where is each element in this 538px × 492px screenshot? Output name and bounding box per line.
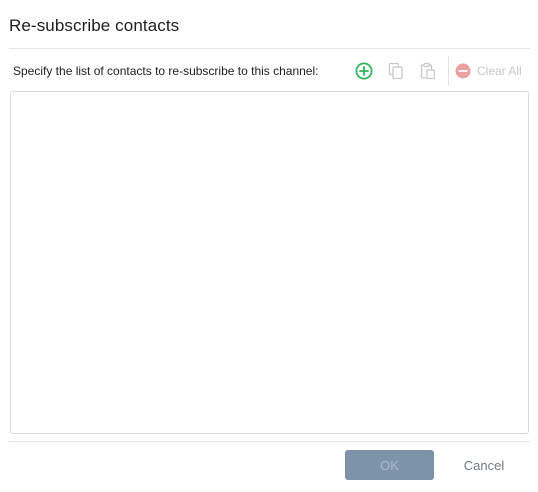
toolbar-separator (448, 56, 449, 86)
copy-icon (388, 62, 403, 80)
paste-button[interactable] (417, 60, 439, 82)
copy-button[interactable] (385, 60, 407, 82)
clear-all-button[interactable]: Clear All (455, 60, 522, 82)
plus-circle-icon (355, 62, 373, 80)
instruction-text: Specify the list of contacts to re-subsc… (13, 64, 319, 78)
ok-button[interactable]: OK (345, 450, 434, 480)
list-toolbar: Clear All (353, 56, 522, 86)
footer-divider (9, 441, 530, 442)
cancel-button[interactable]: Cancel (452, 450, 516, 480)
clear-all-label: Clear All (477, 64, 522, 78)
minus-circle-icon (455, 63, 471, 79)
resubscribe-dialog: Re-subscribe contacts Specify the list o… (0, 0, 538, 492)
header-divider (9, 48, 530, 49)
dialog-title: Re-subscribe contacts (9, 16, 180, 35)
add-contact-button[interactable] (353, 60, 375, 82)
contacts-list[interactable] (10, 91, 529, 434)
paste-icon (420, 62, 436, 80)
